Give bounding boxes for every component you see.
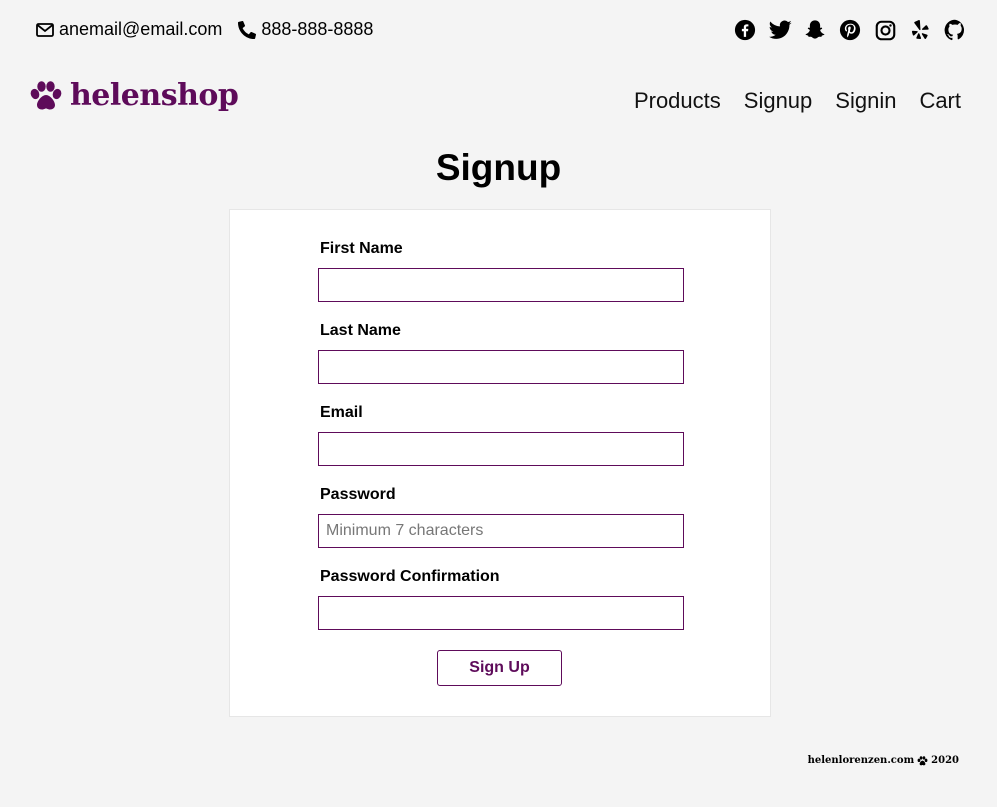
signup-form: First Name Last Name Email Password Pass… bbox=[229, 209, 771, 717]
contact-info: anemail@email.com 888-888-8888 bbox=[36, 19, 389, 40]
brand-logo[interactable]: helenshop bbox=[29, 78, 239, 113]
footer: helenlorenzen.com 2020 bbox=[808, 755, 959, 766]
facebook-icon[interactable] bbox=[733, 18, 757, 42]
email-label: Email bbox=[320, 404, 363, 421]
paw-icon bbox=[917, 755, 928, 765]
password-confirmation-label: Password Confirmation bbox=[320, 568, 500, 585]
phone-link[interactable]: 888-888-8888 bbox=[238, 19, 373, 40]
main-nav: Products Signup Signin Cart bbox=[611, 88, 961, 114]
envelope-icon bbox=[36, 22, 54, 37]
paw-icon bbox=[30, 80, 62, 109]
yelp-icon[interactable] bbox=[908, 18, 932, 42]
first-name-group: First Name bbox=[318, 240, 684, 302]
nav-products[interactable]: Products bbox=[634, 88, 721, 114]
nav-signin[interactable]: Signin bbox=[835, 88, 896, 114]
top-bar: anemail@email.com 888-888-8888 bbox=[0, 0, 997, 60]
footer-site-link[interactable]: helenlorenzen.com bbox=[808, 755, 915, 766]
brand-name: helenshop bbox=[70, 78, 239, 113]
last-name-label: Last Name bbox=[320, 322, 401, 339]
phone-text: 888-888-8888 bbox=[261, 19, 374, 39]
password-input[interactable] bbox=[318, 514, 684, 548]
password-confirmation-group: Password Confirmation bbox=[318, 568, 684, 630]
twitter-icon[interactable] bbox=[768, 18, 792, 42]
email-text: anemail@email.com bbox=[59, 19, 223, 39]
nav-signup[interactable]: Signup bbox=[744, 88, 813, 114]
instagram-icon[interactable] bbox=[873, 18, 897, 42]
password-group: Password bbox=[318, 486, 684, 548]
email-group: Email bbox=[318, 404, 684, 466]
phone-icon bbox=[238, 20, 257, 39]
pinterest-icon[interactable] bbox=[838, 18, 862, 42]
social-links bbox=[722, 18, 967, 42]
password-label: Password bbox=[320, 486, 396, 503]
sign-up-button[interactable]: Sign Up bbox=[437, 650, 562, 686]
first-name-input[interactable] bbox=[318, 268, 684, 302]
email-link[interactable]: anemail@email.com bbox=[36, 19, 222, 40]
first-name-label: First Name bbox=[320, 240, 403, 257]
email-input[interactable] bbox=[318, 432, 684, 466]
footer-year: 2020 bbox=[931, 755, 959, 766]
nav-cart[interactable]: Cart bbox=[919, 88, 961, 114]
last-name-group: Last Name bbox=[318, 322, 684, 384]
snapchat-icon[interactable] bbox=[803, 18, 827, 42]
last-name-input[interactable] bbox=[318, 350, 684, 384]
page-title: Signup bbox=[435, 147, 562, 188]
password-confirmation-input[interactable] bbox=[318, 596, 684, 630]
github-icon[interactable] bbox=[943, 18, 967, 42]
